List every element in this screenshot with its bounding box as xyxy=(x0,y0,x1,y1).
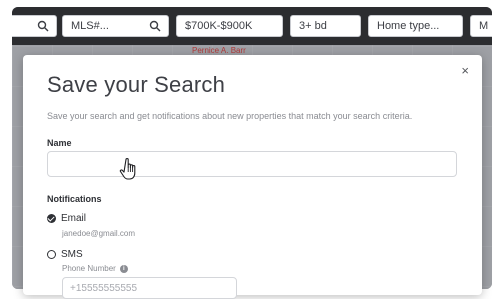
info-icon[interactable]: i xyxy=(119,264,128,273)
mls-placeholder: MLS#... xyxy=(71,20,109,32)
sms-option[interactable]: SMS xyxy=(47,249,83,260)
name-input[interactable] xyxy=(47,151,457,177)
filter-bar: MLS#... $700K-$900K 3+ bd Home type... M xyxy=(12,7,492,45)
hand-pointer-cursor-icon xyxy=(119,158,136,180)
sms-radio-icon[interactable] xyxy=(47,250,56,259)
phone-number-input[interactable] xyxy=(62,277,237,299)
search-icon xyxy=(37,20,49,32)
name-label: Name xyxy=(47,138,72,148)
sms-option-label: SMS xyxy=(61,249,83,260)
close-icon[interactable]: × xyxy=(461,63,469,78)
more-filter[interactable]: M xyxy=(470,15,492,37)
home-type-filter[interactable]: Home type... xyxy=(368,15,463,37)
location-search-box[interactable] xyxy=(12,15,57,37)
save-search-modal: × Save your Search Save your search and … xyxy=(23,55,482,299)
home-type-value: Home type... xyxy=(377,20,440,32)
email-address: janedoe@gmail.com xyxy=(62,229,136,238)
phone-number-label: Phone Number i xyxy=(62,264,128,273)
email-option[interactable]: Email xyxy=(47,213,86,224)
phone-label-text: Phone Number xyxy=(62,264,116,273)
price-value: $700K-$900K xyxy=(185,20,253,32)
map-street-label: Pernice A. Barr xyxy=(192,46,246,55)
modal-title: Save your Search xyxy=(47,72,226,97)
more-value: M xyxy=(479,20,489,32)
modal-description: Save your search and get notifications a… xyxy=(47,111,413,121)
notifications-label: Notifications xyxy=(47,194,102,204)
email-radio-checked-icon[interactable] xyxy=(47,214,56,223)
email-option-label: Email xyxy=(61,213,87,224)
price-filter[interactable]: $700K-$900K xyxy=(176,15,283,37)
beds-filter[interactable]: 3+ bd xyxy=(290,15,361,37)
mls-search-box[interactable]: MLS#... xyxy=(62,15,169,37)
search-icon xyxy=(149,20,161,32)
beds-value: 3+ bd xyxy=(299,20,327,32)
